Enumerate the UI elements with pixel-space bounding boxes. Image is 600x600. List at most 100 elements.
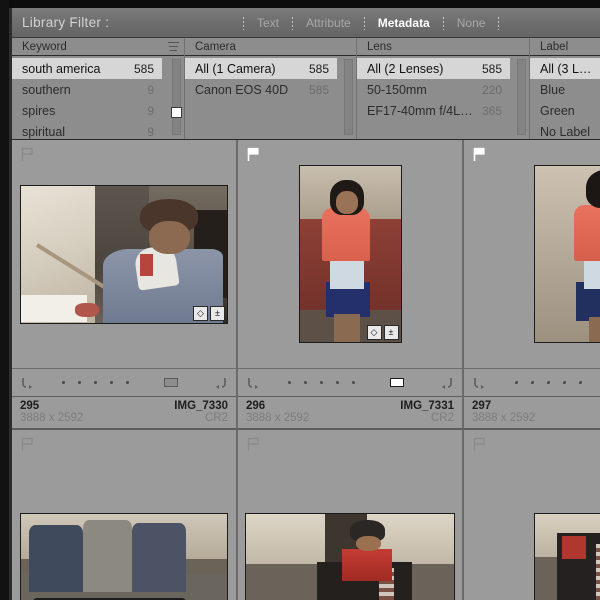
filter-column-header-lens[interactable]: Lens: [357, 38, 529, 56]
keyword-badge-icon[interactable]: ◇: [366, 325, 382, 340]
cell-image-area[interactable]: [464, 140, 600, 368]
cell-image-area[interactable]: ◇ ±: [12, 140, 236, 368]
color-label-swatch[interactable]: [389, 378, 404, 387]
flag-picked-icon[interactable]: [473, 147, 486, 162]
cell-filename: IMG_7330: [174, 400, 228, 412]
filter-row[interactable]: No Label: [530, 121, 600, 139]
cell-image-area[interactable]: [12, 430, 236, 600]
photo-thumbnail[interactable]: [298, 165, 402, 343]
lens-scrollbar[interactable]: [517, 59, 526, 135]
rating-dot[interactable]: [110, 381, 114, 384]
scrollbar-thumb[interactable]: [171, 107, 182, 118]
thumbnail-wrapper[interactable]: ◇ ±: [20, 184, 228, 324]
camera-scrollbar[interactable]: [344, 59, 353, 135]
thumbnail-wrapper[interactable]: [20, 513, 228, 600]
rating-dot[interactable]: [547, 381, 550, 384]
flag-unflagged-icon[interactable]: [473, 437, 486, 452]
grid-cell[interactable]: ◇ ±: [12, 140, 238, 430]
keyword-scrollbar[interactable]: [171, 59, 182, 135]
cell-info-bar: 295 IMG_7330 3888 x 2592 CR2: [12, 396, 236, 428]
rating-dot[interactable]: [94, 381, 98, 384]
flag-unflagged-icon[interactable]: [21, 437, 34, 452]
thumbnail-wrapper[interactable]: ◇ ±: [298, 165, 402, 343]
filter-row[interactable]: south america 585: [12, 58, 162, 79]
filter-column-lens: Lens All (2 Lenses) 585 50-150mm 220 EF1…: [357, 38, 530, 139]
filter-row[interactable]: Blue: [530, 79, 600, 100]
grid-cell[interactable]: 297 3888 x 2592: [464, 140, 600, 430]
column-menu-icon[interactable]: [168, 42, 179, 51]
thumbnail-grid[interactable]: ◇ ± 295 IMG_7330 3888 x 2592 CR2 ◇ ± 296…: [12, 139, 600, 600]
separator-dots: [498, 16, 500, 30]
rotate-right-icon[interactable]: [212, 376, 228, 390]
filter-column-header-label[interactable]: Label: [530, 38, 600, 56]
filter-column-header-camera[interactable]: Camera: [185, 38, 356, 56]
grid-cell[interactable]: [12, 430, 238, 600]
photo-thumbnail[interactable]: [20, 513, 228, 600]
photo-thumbnail[interactable]: [534, 165, 600, 343]
filter-column-title: Camera: [195, 40, 236, 53]
rating-dots[interactable]: [288, 381, 356, 384]
develop-badge-icon[interactable]: ±: [383, 325, 399, 340]
rating-dot[interactable]: [531, 381, 534, 384]
rating-dot[interactable]: [78, 381, 82, 384]
photo-thumbnail[interactable]: [245, 513, 455, 600]
rating-dot[interactable]: [62, 381, 66, 384]
rating-dot[interactable]: [336, 381, 340, 384]
filter-row[interactable]: All (3 Labe: [530, 58, 600, 79]
filter-row[interactable]: All (1 Camera) 585: [185, 58, 337, 79]
rating-dot[interactable]: [563, 381, 566, 384]
filter-mode-metadata[interactable]: Metadata: [374, 14, 434, 32]
filter-row[interactable]: spires 9: [12, 100, 162, 121]
rating-dot[interactable]: [288, 381, 292, 384]
grid-cell[interactable]: ◇ ±: [238, 140, 464, 430]
filter-row-count: 9: [147, 124, 154, 139]
cell-image-area[interactable]: [464, 430, 600, 600]
filter-row-label: EF17-40mm f/4L…: [367, 103, 473, 118]
filter-mode-text[interactable]: Text: [253, 14, 283, 32]
rotate-left-icon[interactable]: [246, 376, 262, 390]
rating-dot[interactable]: [515, 381, 518, 384]
thumbnail-wrapper[interactable]: [534, 513, 600, 600]
rating-dots[interactable]: [62, 381, 130, 384]
cell-image-area[interactable]: [238, 430, 462, 600]
filter-mode-attribute[interactable]: Attribute: [302, 14, 355, 32]
flag-unflagged-icon[interactable]: [21, 147, 34, 162]
grid-cell[interactable]: [238, 430, 464, 600]
flag-picked-icon[interactable]: [247, 147, 260, 162]
color-label-swatch[interactable]: [163, 378, 178, 387]
keyword-badge-icon[interactable]: ◇: [193, 305, 208, 321]
thumbnail-wrapper[interactable]: [245, 513, 455, 600]
filter-row[interactable]: spiritual 9: [12, 121, 162, 139]
cell-toolbar: [12, 368, 236, 396]
photo-thumbnail[interactable]: [534, 513, 600, 600]
rating-dots[interactable]: [515, 381, 582, 384]
filter-column-header-keyword[interactable]: Keyword: [12, 38, 184, 56]
filter-mode-none[interactable]: None: [453, 14, 490, 32]
rating-dot[interactable]: [304, 381, 308, 384]
filter-row[interactable]: Green: [530, 100, 600, 121]
flag-unflagged-icon[interactable]: [247, 437, 260, 452]
filter-row[interactable]: 50-150mm 220: [357, 79, 510, 100]
filter-column-title: Keyword: [22, 40, 67, 53]
filter-row-label: southern: [22, 82, 71, 97]
photo-thumbnail[interactable]: [20, 184, 228, 324]
rating-dot[interactable]: [352, 381, 356, 384]
rating-dot[interactable]: [126, 381, 130, 384]
rotate-right-icon[interactable]: [438, 376, 454, 390]
filter-row-label: All (2 Lenses): [367, 61, 444, 76]
thumbnail-wrapper[interactable]: [534, 165, 600, 343]
filter-column-camera: Camera All (1 Camera) 585 Canon EOS 40D …: [185, 38, 357, 139]
filter-row[interactable]: EF17-40mm f/4L… 365: [357, 100, 510, 121]
filter-row[interactable]: Canon EOS 40D 585: [185, 79, 337, 100]
rotate-left-icon[interactable]: [472, 376, 488, 390]
rotate-left-icon[interactable]: [20, 376, 36, 390]
cell-index: 296: [246, 400, 266, 412]
cell-dimensions: 3888 x 2592: [20, 412, 84, 424]
rating-dot[interactable]: [320, 381, 324, 384]
grid-cell[interactable]: [464, 430, 600, 600]
cell-image-area[interactable]: ◇ ±: [238, 140, 462, 368]
develop-badge-icon[interactable]: ±: [210, 305, 225, 321]
rating-dot[interactable]: [579, 381, 582, 384]
filter-row[interactable]: All (2 Lenses) 585: [357, 58, 510, 79]
filter-row[interactable]: southern 9: [12, 79, 162, 100]
